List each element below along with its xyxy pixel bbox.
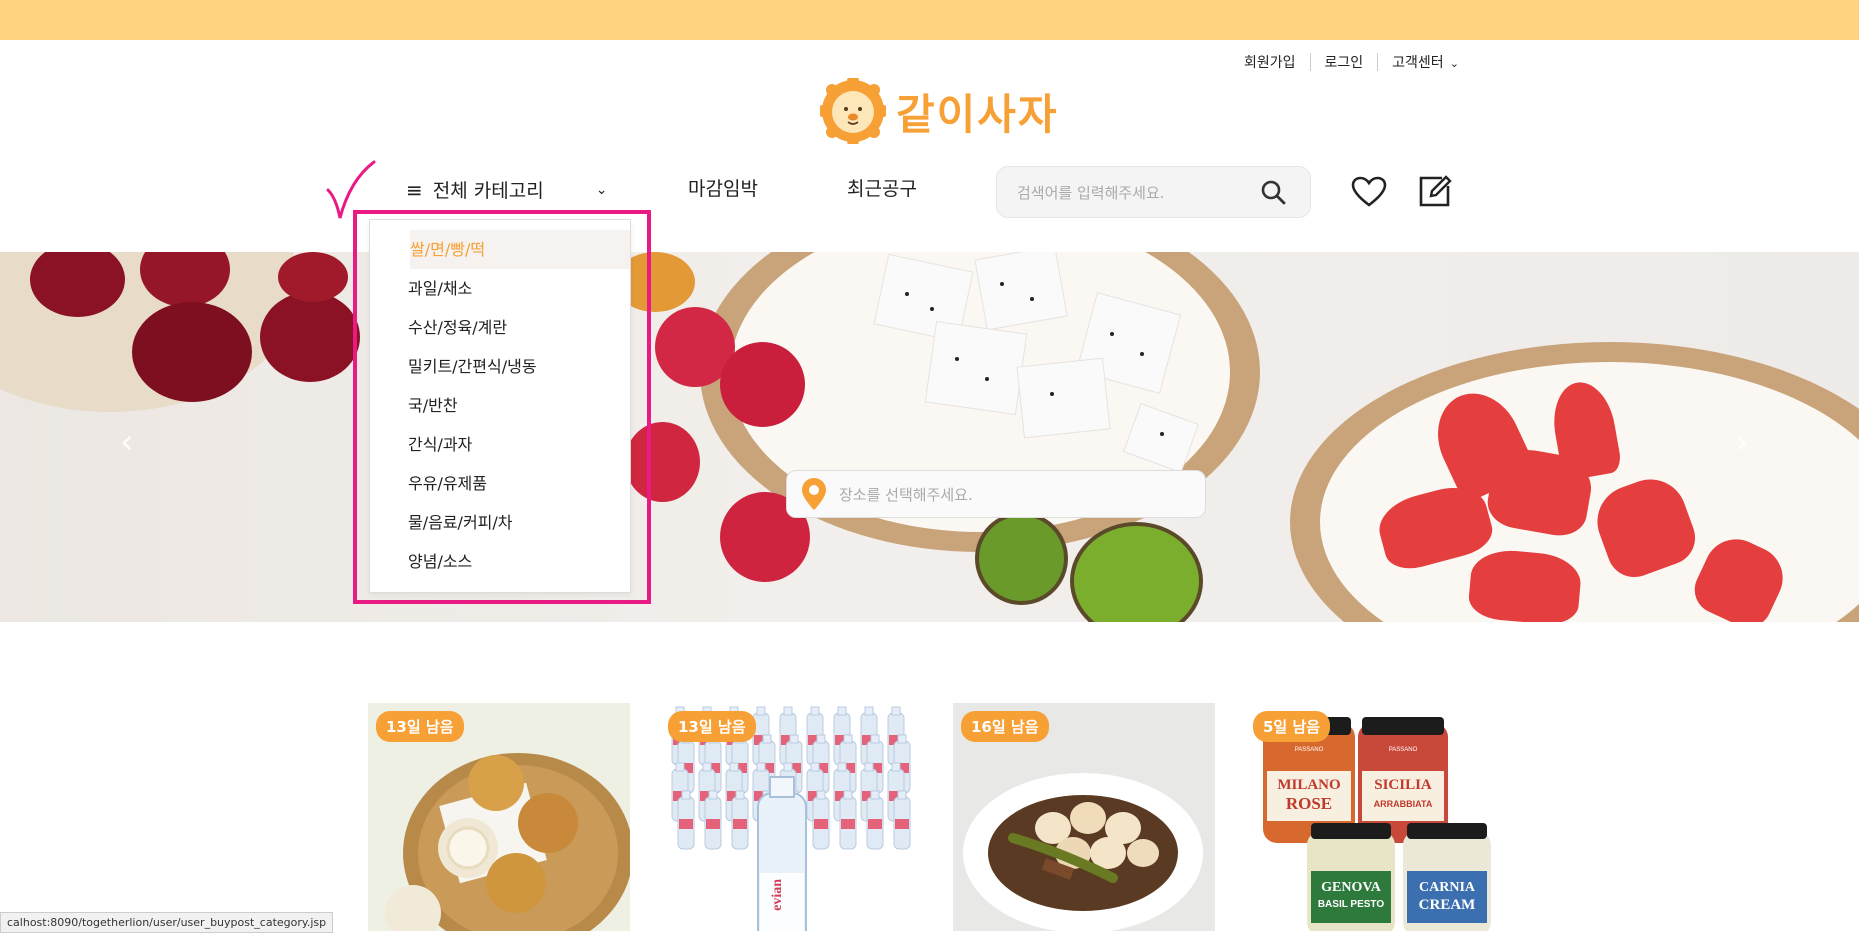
- cherry: [278, 252, 348, 302]
- status-bar-url: calhost:8090/togetherlion/user/user_buyp…: [0, 912, 334, 933]
- login-link[interactable]: 로그인: [1311, 52, 1378, 72]
- annotation-highlight-box: [353, 210, 651, 604]
- menu-icon: ≡: [406, 177, 423, 202]
- jar-label: BASIL PESTO: [1318, 899, 1385, 910]
- jar-brand: PASSANO: [1295, 747, 1324, 753]
- dragonfruit: [924, 320, 1028, 416]
- jar-label: MILANO: [1277, 777, 1340, 793]
- chevron-down-icon: ⌄: [595, 181, 608, 198]
- logo-text: 같이사자: [896, 89, 1059, 139]
- support-menu[interactable]: 고객센터 ⌄: [1378, 52, 1473, 72]
- jar-label: ARRABBIATA: [1374, 799, 1433, 809]
- heart-icon[interactable]: [1351, 176, 1387, 208]
- days-left-badge: 16일 남음: [961, 711, 1049, 742]
- days-left-badge: 13일 남음: [376, 711, 464, 742]
- kiwi: [975, 512, 1068, 605]
- nav-deadline[interactable]: 마감임박: [688, 174, 758, 201]
- all-categories-label: 전체 카테고리: [432, 180, 544, 202]
- site-logo[interactable]: 같이사자: [820, 78, 1059, 144]
- product-card[interactable]: 5일 남음 PASSANO MILANO ROSE PASSANO SICILI…: [1245, 703, 1507, 931]
- nav-recent[interactable]: 최근공구: [847, 174, 917, 201]
- days-left-badge: 13일 남음: [668, 711, 756, 742]
- raspberry: [720, 342, 805, 427]
- banner-next-arrow[interactable]: ›: [1735, 422, 1749, 462]
- dragonfruit: [974, 252, 1068, 331]
- product-card[interactable]: 16일 남음: [953, 703, 1215, 931]
- utility-links: 회원가입 로그인 고객센터 ⌄: [1230, 52, 1473, 72]
- place-input[interactable]: 장소를 선택해주세요.: [839, 484, 973, 505]
- search-input[interactable]: 검색어를 입력해주세요.: [1017, 182, 1260, 203]
- cherry: [260, 292, 360, 382]
- jar-label: SICILIA: [1374, 777, 1432, 793]
- search-box[interactable]: 검색어를 입력해주세요.: [996, 166, 1311, 218]
- lion-logo-icon: [820, 78, 886, 144]
- search-icon[interactable]: [1260, 179, 1286, 205]
- map-pin-icon: [802, 478, 826, 510]
- dragonfruit: [1016, 357, 1111, 439]
- jar-label: CARNIA: [1419, 880, 1476, 895]
- jar-label: CREAM: [1419, 897, 1476, 913]
- place-selector[interactable]: 장소를 선택해주세요.: [786, 470, 1206, 518]
- banner-prev-arrow[interactable]: ‹: [120, 422, 134, 462]
- jar-label: ROSE: [1286, 794, 1332, 813]
- product-card[interactable]: 13일 남음: [368, 703, 630, 931]
- hero-banner: ‹ ›: [0, 252, 1859, 622]
- all-categories-button[interactable]: ≡ 전체 카테고리 ⌄: [406, 176, 607, 203]
- signup-link[interactable]: 회원가입: [1230, 52, 1310, 72]
- top-banner-bar: [0, 0, 1859, 40]
- bottle-brand-label: evian: [770, 879, 785, 911]
- cherry: [132, 302, 252, 402]
- product-card[interactable]: 13일 남음 evian: [660, 703, 922, 931]
- edit-icon[interactable]: [1416, 174, 1452, 210]
- jar-brand: PASSANO: [1389, 747, 1418, 753]
- chevron-down-icon: ⌄: [1449, 57, 1459, 70]
- jar-label: GENOVA: [1321, 880, 1382, 895]
- check-mark-icon: [326, 160, 376, 219]
- support-label: 고객센터: [1392, 55, 1444, 71]
- days-left-badge: 5일 남음: [1253, 711, 1331, 742]
